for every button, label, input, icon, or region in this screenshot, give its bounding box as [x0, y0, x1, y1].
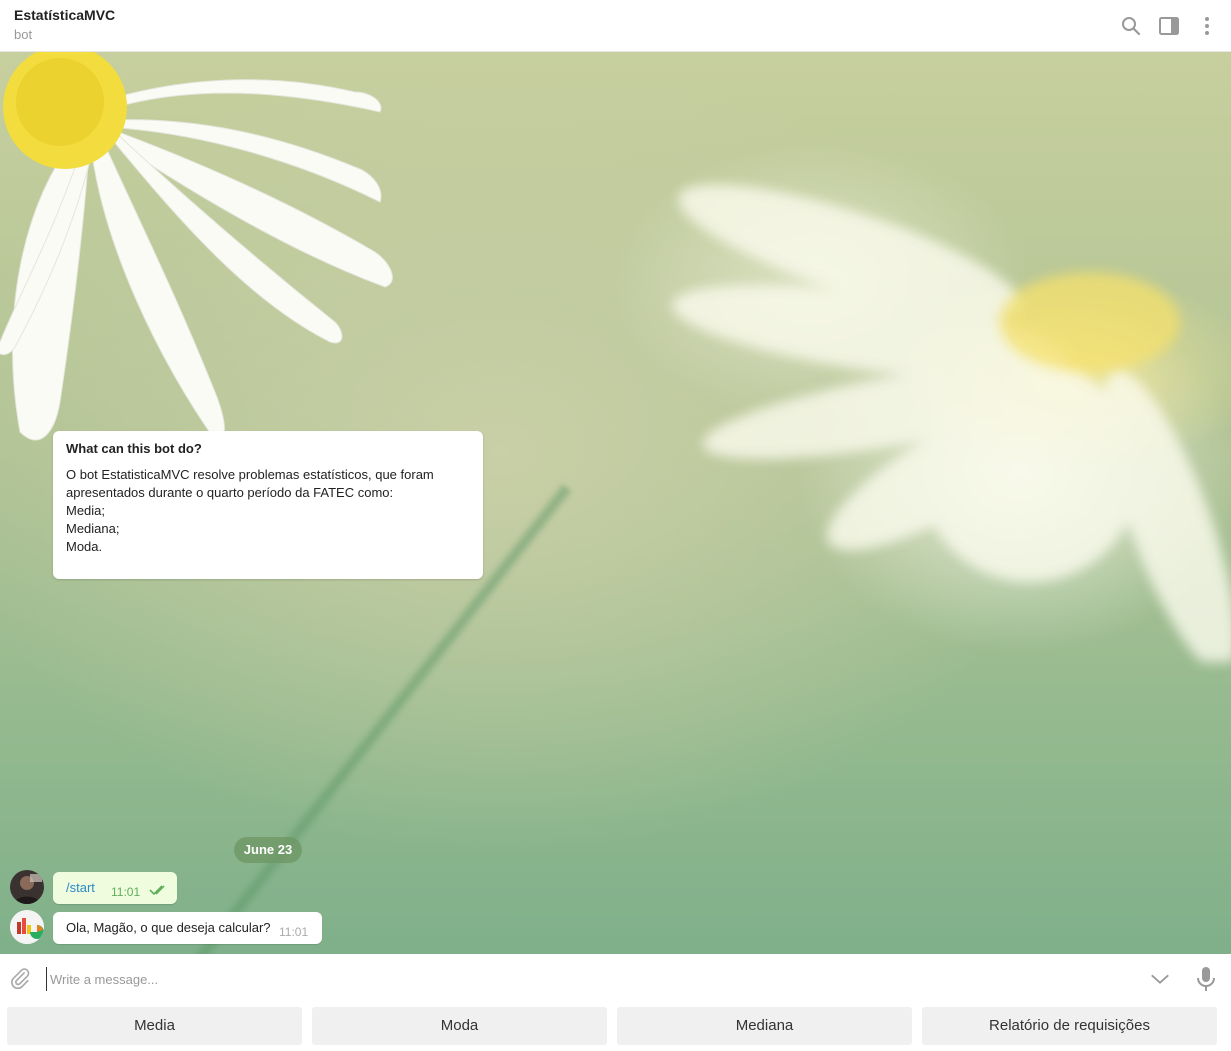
date-divider: June 23 [234, 837, 302, 863]
microphone-icon[interactable] [1195, 966, 1217, 997]
keyboard-button-moda[interactable]: Moda [312, 1007, 607, 1045]
double-check-icon [149, 884, 169, 899]
chat-header: EstatísticaMVC bot [0, 0, 1231, 52]
message-incoming[interactable]: Ola, Magão, o que deseja calcular? 11:01 [53, 912, 322, 944]
more-vertical-icon[interactable] [1195, 14, 1219, 38]
message-outgoing[interactable]: /start 11:01 [53, 872, 177, 904]
bot-info-card: What can this bot do? O bot EstatisticaM… [53, 431, 483, 579]
bot-info-line: O bot EstatisticaMVC resolve problemas e… [66, 467, 434, 482]
chat-history[interactable]: What can this bot do? O bot EstatisticaM… [0, 52, 1231, 954]
bot-keyboard: Media Moda Mediana Relatório de requisiç… [0, 1004, 1231, 1051]
attach-icon[interactable] [9, 967, 31, 994]
bot-info-line: Moda. [66, 539, 103, 554]
message-text[interactable]: /start [66, 880, 95, 895]
message-time: 11:01 [279, 925, 309, 939]
message-time: 11:01 [111, 885, 141, 899]
bot-info-line: Mediana; [66, 521, 120, 536]
avatar-bot[interactable] [10, 910, 44, 944]
chat-title[interactable]: EstatísticaMVC [14, 7, 115, 23]
sidebar-toggle-icon[interactable] [1157, 14, 1181, 38]
bot-info-line: apresentados durante o quarto período da… [66, 485, 394, 500]
bot-info-line: Media; [66, 503, 106, 518]
background-daisy-right [671, 184, 1231, 662]
keyboard-button-relatorio[interactable]: Relatório de requisições [922, 1007, 1217, 1045]
message-input[interactable] [46, 967, 1132, 991]
avatar-user[interactable] [10, 870, 44, 904]
chevron-down-icon[interactable] [1149, 968, 1171, 995]
message-text: Ola, Magão, o que deseja calcular? [66, 920, 271, 935]
background-daisy-left [0, 52, 393, 441]
chat-subtitle: bot [14, 27, 33, 42]
keyboard-button-media[interactable]: Media [7, 1007, 302, 1045]
message-composer [0, 954, 1231, 1004]
keyboard-button-mediana[interactable]: Mediana [617, 1007, 912, 1045]
bot-info-title: What can this bot do? [66, 441, 202, 456]
search-icon[interactable] [1119, 14, 1143, 38]
